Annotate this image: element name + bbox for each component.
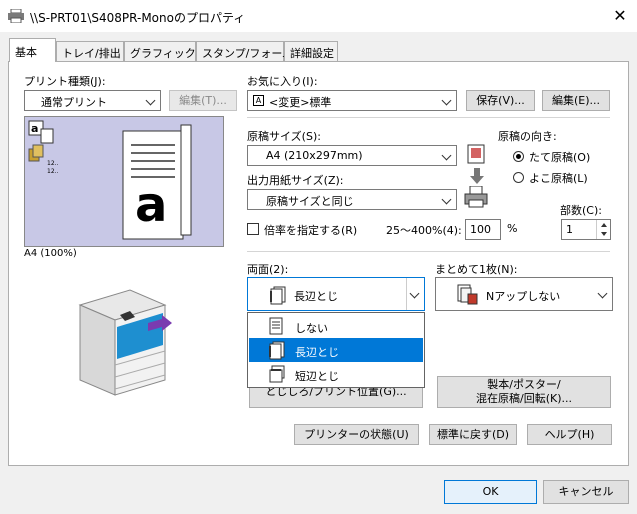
- scale-checkbox[interactable]: [247, 223, 259, 235]
- scale-input[interactable]: 100: [465, 219, 501, 240]
- duplex-option-none[interactable]: しない: [249, 314, 423, 338]
- ok-button[interactable]: OK: [444, 480, 537, 504]
- tab-basic[interactable]: 基本: [9, 38, 56, 62]
- duplex-dropdown-list: しない 長辺とじ 短辺とじ: [247, 312, 425, 388]
- duplex-long-edge-icon: [267, 340, 287, 360]
- output-size-select[interactable]: 原稿サイズと同じ: [247, 189, 457, 210]
- print-type-label: プリント種類(J):: [24, 75, 106, 88]
- favorite-icon: A: [253, 95, 264, 106]
- nup-icon: [456, 284, 480, 306]
- landscape-label[interactable]: よこ原稿(L): [529, 170, 588, 186]
- tab-graphics[interactable]: グラフィックス: [124, 41, 206, 61]
- landscape-radio[interactable]: [513, 172, 524, 183]
- close-icon[interactable]: ✕: [610, 6, 630, 26]
- scale-unit: %: [507, 222, 518, 235]
- duplex-long-edge-icon: [268, 285, 288, 305]
- nup-select[interactable]: Nアップしない: [435, 277, 613, 311]
- output-size-label: 出力用紙サイズ(Z):: [247, 174, 344, 187]
- separator: [247, 117, 610, 118]
- duplex-option-short-edge[interactable]: 短辺とじ: [249, 362, 423, 386]
- favorites-save-button[interactable]: 保存(V)...: [466, 90, 535, 111]
- document-icon: [466, 143, 486, 165]
- chevron-down-icon: [145, 95, 156, 106]
- duplex-short-edge-icon: [267, 364, 287, 384]
- arrow-down-icon: [470, 168, 484, 184]
- page-preview: a 12.. 12.. a: [24, 116, 224, 247]
- copies-spinner[interactable]: [596, 220, 610, 239]
- tab-tray-output[interactable]: トレイ/排出: [56, 41, 124, 61]
- chevron-down-icon: [441, 194, 452, 205]
- duplex-select[interactable]: 長辺とじ: [247, 277, 425, 311]
- printer-output-icon: [464, 185, 488, 208]
- help-button[interactable]: ヘルプ(H): [527, 424, 612, 445]
- svg-text:a: a: [135, 177, 167, 233]
- favorites-select[interactable]: A <変更>標準: [247, 90, 457, 111]
- paper-size-label: 原稿サイズ(S):: [247, 130, 321, 143]
- preview-caption: A4 (100%): [24, 248, 77, 259]
- scale-range-label: 25〜400%(4):: [386, 224, 462, 237]
- svg-text:12..: 12..: [47, 168, 59, 175]
- orientation-label: 原稿の向き:: [498, 130, 557, 143]
- favorites-edit-button[interactable]: 編集(E)...: [542, 90, 610, 111]
- print-type-select[interactable]: 通常プリント: [24, 90, 161, 111]
- restore-default-button[interactable]: 標準に戻す(D): [429, 424, 517, 445]
- svg-text:12..: 12..: [47, 160, 59, 167]
- duplex-option-long-edge[interactable]: 長辺とじ: [249, 338, 423, 362]
- printer-icon: [8, 8, 24, 24]
- portrait-radio[interactable]: [513, 151, 524, 162]
- cancel-button[interactable]: キャンセル: [543, 480, 629, 504]
- printer-status-button[interactable]: プリンターの状態(U): [294, 424, 419, 445]
- separator: [247, 251, 610, 252]
- tab-stamp-form[interactable]: スタンプ/フォーム: [196, 41, 293, 61]
- favorites-label: お気に入り(I):: [247, 75, 318, 88]
- portrait-label[interactable]: たて原稿(O): [529, 149, 590, 165]
- copies-label: 部数(C):: [560, 204, 602, 217]
- svg-text:a: a: [31, 122, 38, 135]
- chevron-down-icon: [441, 150, 452, 161]
- tab-advanced[interactable]: 詳細設定: [284, 41, 338, 61]
- scale-checkbox-label[interactable]: 倍率を指定する(R): [264, 222, 357, 238]
- nup-label: まとめて1枚(N):: [435, 263, 518, 276]
- chevron-down-icon: [597, 288, 608, 299]
- duplex-none-icon: [267, 317, 285, 335]
- window-title: \\S-PRT01\S408PR-Monoのプロパティ: [30, 11, 246, 25]
- chevron-down-icon: [441, 95, 452, 106]
- print-type-edit-button[interactable]: 編集(T)...: [169, 90, 237, 111]
- booklet-poster-button[interactable]: 製本/ポスター/ 混在原稿/回転(K)...: [437, 376, 611, 408]
- duplex-label: 両面(2):: [247, 263, 289, 276]
- printer-illustration: [70, 285, 180, 405]
- paper-size-select[interactable]: A4 (210x297mm): [247, 145, 457, 166]
